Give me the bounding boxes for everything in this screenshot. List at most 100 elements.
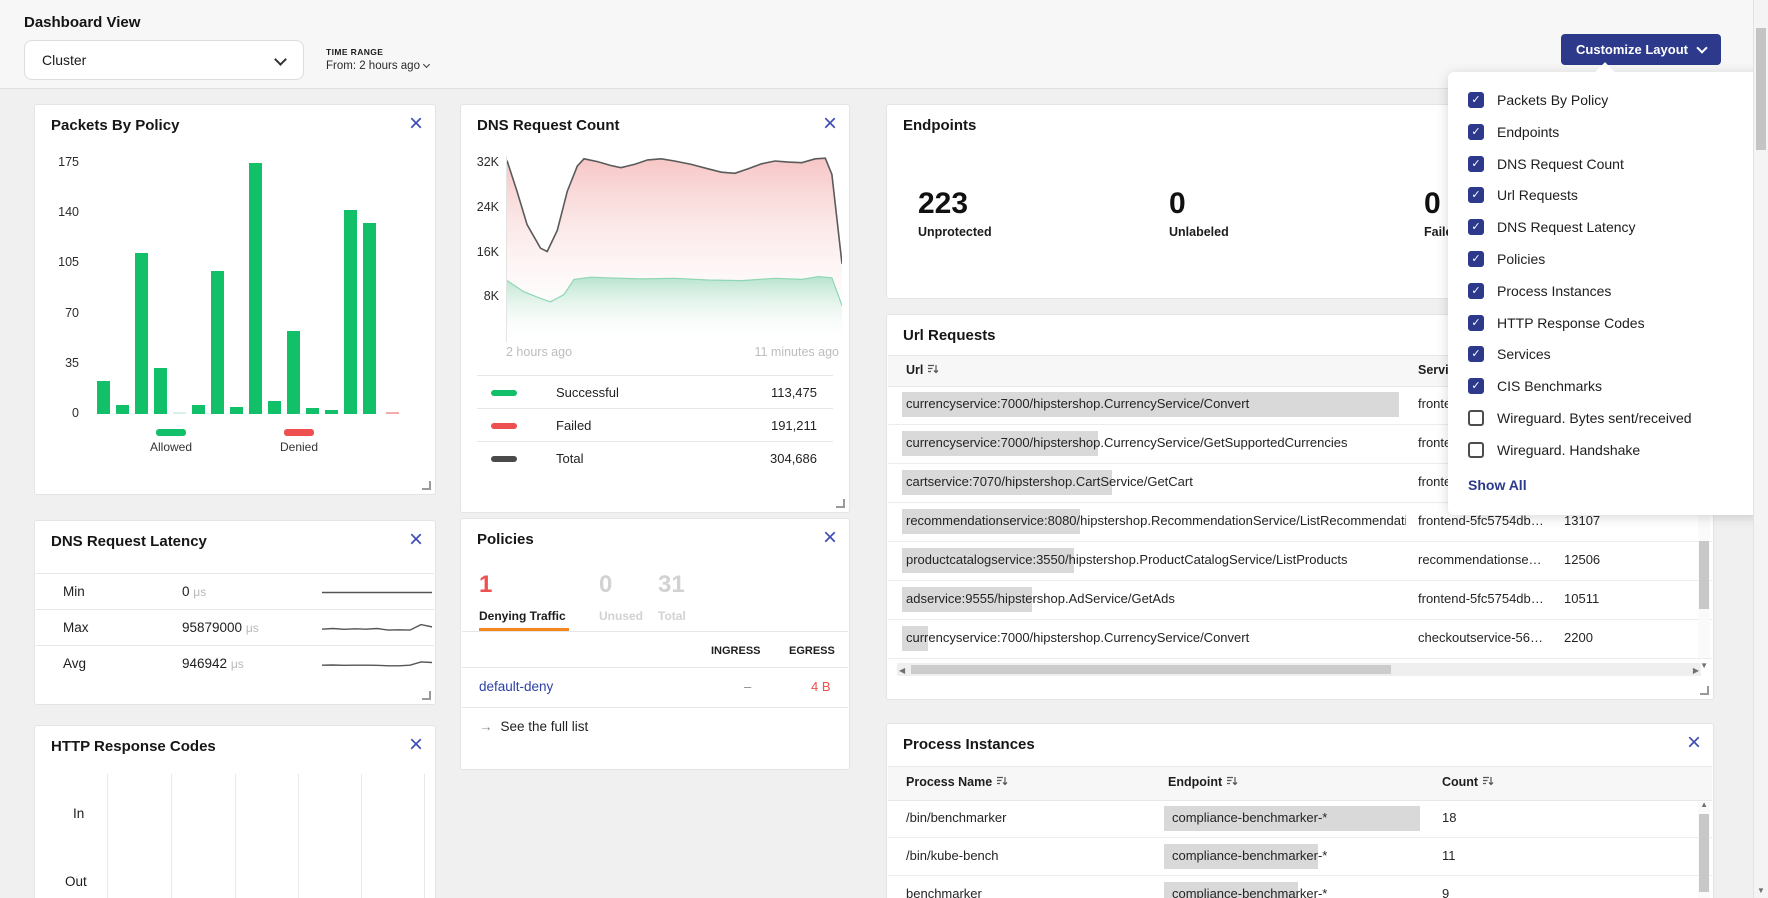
column-header-url[interactable]: Url bbox=[906, 363, 939, 378]
y-axis-tick: 105 bbox=[49, 255, 79, 269]
count-cell: 13107 bbox=[1564, 513, 1654, 528]
menu-item[interactable]: ✓HTTP Response Codes bbox=[1468, 312, 1645, 334]
column-header-endpoint[interactable]: Endpoint bbox=[1168, 775, 1238, 790]
menu-item-label: Services bbox=[1497, 346, 1551, 362]
checkbox-checked-icon[interactable]: ✓ bbox=[1468, 187, 1484, 203]
chevron-down-icon bbox=[274, 53, 287, 66]
endpoint-cell: compliance-benchmarker-* bbox=[1172, 810, 1422, 825]
y-axis-tick: 175 bbox=[49, 155, 79, 169]
menu-item[interactable]: ✓DNS Request Count bbox=[1468, 153, 1624, 175]
page-vertical-scrollbar[interactable]: ▼ bbox=[1753, 0, 1768, 898]
close-icon[interactable]: × bbox=[823, 525, 837, 551]
checkbox-checked-icon[interactable]: ✓ bbox=[1468, 283, 1484, 299]
menu-item[interactable]: ✓Process Instances bbox=[1468, 280, 1611, 302]
url-table-horizontal-scrollbar[interactable]: ◀ ▶ bbox=[897, 663, 1701, 676]
menu-item[interactable]: Wireguard. Bytes sent/received bbox=[1468, 407, 1692, 429]
menu-item[interactable]: ✓ Packets By Policy bbox=[1468, 89, 1608, 111]
count-cell: 2200 bbox=[1564, 630, 1654, 645]
arrow-right-icon: → bbox=[479, 719, 493, 734]
menu-item[interactable]: ✓ Endpoints bbox=[1468, 121, 1559, 143]
legend-label: Denied bbox=[280, 440, 318, 454]
latency-unit: μs bbox=[246, 621, 259, 635]
menu-item[interactable]: ✓ Policies bbox=[1468, 248, 1545, 270]
process-table-vertical-scrollbar[interactable]: ▲ bbox=[1698, 802, 1710, 898]
resize-handle[interactable] bbox=[422, 481, 431, 490]
scroll-left-icon[interactable]: ◀ bbox=[899, 666, 905, 675]
close-icon[interactable]: × bbox=[1687, 730, 1701, 756]
scroll-up-icon[interactable]: ▲ bbox=[1700, 800, 1708, 809]
table-row[interactable]: benchmarkercompliance-benchmarker-*9 bbox=[888, 875, 1712, 898]
close-icon[interactable]: × bbox=[409, 527, 423, 553]
checkbox-checked-icon[interactable]: ✓ bbox=[1468, 346, 1484, 362]
y-axis-tick: 70 bbox=[49, 306, 79, 320]
checkbox-checked-icon[interactable]: ✓ bbox=[1468, 156, 1484, 172]
process-name-cell: benchmarker bbox=[906, 886, 1156, 898]
checkbox-unchecked-icon[interactable] bbox=[1468, 410, 1484, 426]
menu-item[interactable]: ✓CIS Benchmarks bbox=[1468, 375, 1602, 397]
column-header-count[interactable]: Count bbox=[1442, 775, 1494, 790]
y-axis-tick: 35 bbox=[49, 356, 79, 370]
dns-area-chart bbox=[506, 156, 842, 342]
legend-label: Successful bbox=[556, 385, 619, 400]
count-cell: 12506 bbox=[1564, 552, 1654, 567]
customize-layout-button[interactable]: Customize Layout bbox=[1561, 34, 1721, 65]
checkbox-checked-icon[interactable]: ✓ bbox=[1468, 92, 1484, 108]
view-selector[interactable]: Cluster bbox=[24, 40, 304, 80]
show-all-link[interactable]: Show All bbox=[1468, 477, 1527, 493]
allowed-bar bbox=[325, 410, 338, 414]
menu-item-label: Url Requests bbox=[1497, 187, 1578, 203]
stat-value: 223 bbox=[918, 187, 968, 221]
time-range-label: TIME RANGE bbox=[326, 47, 429, 57]
table-row[interactable]: /bin/benchmarkercompliance-benchmarker-*… bbox=[888, 799, 1712, 838]
latency-unit: μs bbox=[231, 657, 244, 671]
sort-icon bbox=[927, 363, 939, 378]
checkbox-checked-icon[interactable]: ✓ bbox=[1468, 219, 1484, 235]
table-row[interactable]: productcatalogservice:3550/hipstershop.P… bbox=[888, 541, 1712, 581]
checkbox-unchecked-icon[interactable] bbox=[1468, 442, 1484, 458]
close-icon[interactable]: × bbox=[823, 111, 837, 137]
scroll-down-icon[interactable]: ▼ bbox=[1757, 886, 1765, 895]
time-range: TIME RANGE From: 2 hours ago bbox=[326, 47, 429, 72]
close-icon[interactable]: × bbox=[409, 732, 423, 758]
menu-item-label: Wireguard. Handshake bbox=[1497, 442, 1640, 458]
count-cell: 9 bbox=[1442, 886, 1522, 898]
see-full-list-link[interactable]: →See the full list bbox=[479, 719, 588, 734]
process-name-cell: /bin/kube-bench bbox=[906, 848, 1156, 863]
card-process-instances: Process Instances × Process Name Endpoin… bbox=[886, 723, 1714, 898]
checkbox-checked-icon[interactable]: ✓ bbox=[1468, 378, 1484, 394]
table-row[interactable]: currencyservice:7000/hipstershop.Currenc… bbox=[888, 619, 1712, 659]
resize-handle[interactable] bbox=[1700, 686, 1709, 695]
checkbox-checked-icon[interactable]: ✓ bbox=[1468, 315, 1484, 331]
table-row[interactable]: adservice:9555/hipstershop.AdService/Get… bbox=[888, 580, 1712, 620]
latency-value: 0 μs bbox=[182, 584, 206, 599]
checkbox-checked-icon[interactable]: ✓ bbox=[1468, 124, 1484, 140]
menu-item[interactable]: ✓DNS Request Latency bbox=[1468, 216, 1636, 238]
policy-name-link[interactable]: default-deny bbox=[479, 679, 553, 694]
menu-item-label: Packets By Policy bbox=[1497, 92, 1608, 108]
policy-egress-value: 4 B bbox=[811, 679, 831, 694]
allowed-bar bbox=[116, 405, 129, 414]
service-cell: frontend-5fc5754db… bbox=[1418, 513, 1560, 528]
close-icon[interactable]: × bbox=[409, 111, 423, 137]
x-axis-end: 11 minutes ago bbox=[754, 345, 839, 359]
menu-item[interactable]: ✓ Url Requests bbox=[1468, 184, 1578, 206]
scroll-right-icon[interactable]: ▶ bbox=[1693, 666, 1699, 675]
resize-handle[interactable] bbox=[422, 691, 431, 700]
menu-item-label: Policies bbox=[1497, 251, 1545, 267]
scroll-down-icon[interactable]: ▼ bbox=[1700, 661, 1708, 670]
column-header-process-name[interactable]: Process Name bbox=[906, 775, 1008, 790]
resize-handle[interactable] bbox=[836, 499, 845, 508]
menu-item[interactable]: ✓ Services bbox=[1468, 343, 1551, 365]
checkbox-checked-icon[interactable]: ✓ bbox=[1468, 251, 1484, 267]
menu-item-label: Endpoints bbox=[1497, 124, 1559, 140]
legend-label: Allowed bbox=[150, 440, 192, 454]
count-cell: 11 bbox=[1442, 848, 1522, 863]
menu-item[interactable]: Wireguard. Handshake bbox=[1468, 439, 1640, 461]
y-axis-tick: 24K bbox=[469, 200, 499, 214]
legend-row: Total304,686 bbox=[477, 441, 833, 475]
allowed-bar bbox=[306, 408, 319, 414]
table-row[interactable]: /bin/kube-benchcompliance-benchmarker-*1… bbox=[888, 837, 1712, 876]
customize-layout-menu: ✓ Packets By Policy ✓ Endpoints ✓DNS Request… bbox=[1448, 72, 1764, 515]
url-cell: adservice:9555/hipstershop.AdService/Get… bbox=[906, 591, 1406, 606]
time-range-from[interactable]: From: 2 hours ago bbox=[326, 60, 429, 72]
